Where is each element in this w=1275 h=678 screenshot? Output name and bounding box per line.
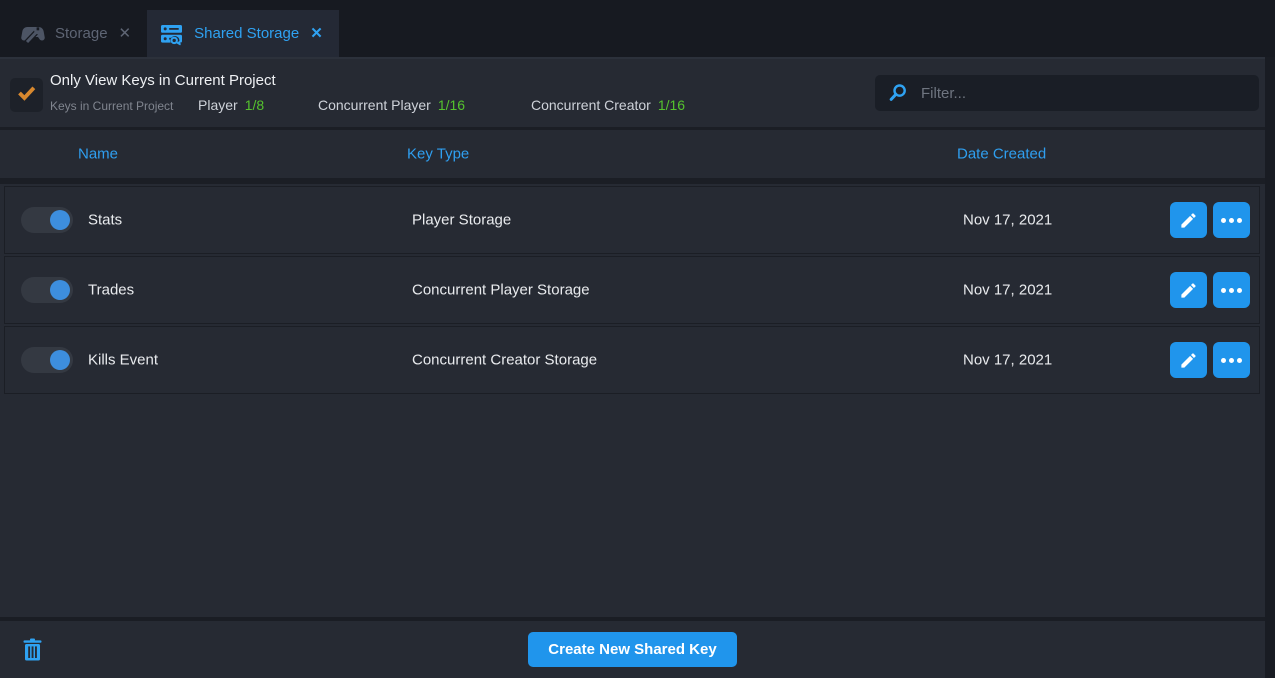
pencil-icon [1179, 351, 1198, 370]
create-new-shared-key-button[interactable]: Create New Shared Key [528, 632, 736, 667]
key-list: Stats Player Storage Nov 17, 2021 Trades… [0, 184, 1265, 396]
enable-toggle[interactable] [21, 277, 73, 303]
table-header: Name Key Type Date Created [0, 127, 1265, 184]
key-name: Kills Event [88, 352, 158, 369]
tab-label: Shared Storage [194, 25, 299, 42]
column-header-date-created[interactable]: Date Created [957, 146, 1046, 163]
key-type: Concurrent Player Storage [412, 282, 590, 299]
more-options-button[interactable] [1213, 272, 1250, 308]
empty-area [0, 396, 1265, 617]
quota-label: Concurrent Player [318, 97, 431, 113]
row-actions [1170, 202, 1250, 238]
shared-storage-panel: Only View Keys in Current Project Keys i… [0, 57, 1265, 678]
ellipsis-icon [1221, 288, 1226, 293]
table-row: Trades Concurrent Player Storage Nov 17,… [4, 256, 1260, 324]
tab-storage[interactable]: Storage ✕ [8, 10, 147, 57]
ellipsis-icon [1221, 358, 1226, 363]
tab-label: Storage [55, 25, 108, 42]
column-header-key-type[interactable]: Key Type [407, 146, 469, 163]
tab-shared-storage[interactable]: Shared Storage ✕ [147, 10, 339, 57]
pencil-icon [1179, 211, 1198, 230]
key-type: Player Storage [412, 212, 511, 229]
enable-toggle[interactable] [21, 207, 73, 233]
toggle-knob [50, 210, 70, 230]
filter-box [875, 75, 1259, 111]
quota-value: 1/16 [438, 97, 465, 113]
keys-in-project-label: Keys in Current Project [50, 99, 173, 113]
player-quota: Player 1/8 [198, 97, 264, 113]
edit-button[interactable] [1170, 202, 1207, 238]
edit-button[interactable] [1170, 272, 1207, 308]
quota-label: Player [198, 97, 238, 113]
tab-bar: Storage ✕ Shared Storage ✕ [0, 0, 1275, 57]
quota-label: Concurrent Creator [531, 97, 651, 113]
table-row: Kills Event Concurrent Creator Storage N… [4, 326, 1260, 394]
gamepad-wrench-icon [20, 23, 46, 45]
concurrent-player-quota: Concurrent Player 1/16 [318, 97, 465, 113]
quota-value: 1/8 [245, 97, 264, 113]
checkbox-label: Only View Keys in Current Project [50, 72, 276, 89]
search-icon [887, 82, 909, 104]
toggle-knob [50, 350, 70, 370]
ellipsis-icon [1221, 218, 1226, 223]
more-options-button[interactable] [1213, 342, 1250, 378]
close-icon[interactable]: ✕ [117, 24, 134, 43]
pencil-icon [1179, 281, 1198, 300]
close-icon[interactable]: ✕ [308, 24, 325, 43]
toggle-knob [50, 280, 70, 300]
server-key-icon [159, 22, 185, 46]
row-actions [1170, 272, 1250, 308]
checkmark-icon [16, 82, 37, 108]
edit-button[interactable] [1170, 342, 1207, 378]
key-name: Trades [88, 282, 134, 299]
shared-storage-window: { "tabs": [ { "label": "Storage", "icon"… [0, 0, 1275, 678]
key-name: Stats [88, 212, 122, 229]
footer-bar: Create New Shared Key [0, 617, 1265, 678]
enable-toggle[interactable] [21, 347, 73, 373]
delete-button[interactable] [22, 638, 43, 661]
filter-input[interactable] [875, 75, 1259, 111]
date-created: Nov 17, 2021 [963, 282, 1052, 299]
header-band: Only View Keys in Current Project Keys i… [0, 59, 1265, 127]
column-header-name[interactable]: Name [78, 146, 118, 163]
concurrent-creator-quota: Concurrent Creator 1/16 [531, 97, 685, 113]
more-options-button[interactable] [1213, 202, 1250, 238]
quota-value: 1/16 [658, 97, 685, 113]
date-created: Nov 17, 2021 [963, 352, 1052, 369]
only-view-keys-checkbox[interactable] [10, 78, 43, 112]
table-row: Stats Player Storage Nov 17, 2021 [4, 186, 1260, 254]
row-actions [1170, 342, 1250, 378]
date-created: Nov 17, 2021 [963, 212, 1052, 229]
trash-icon [22, 638, 43, 661]
key-type: Concurrent Creator Storage [412, 352, 597, 369]
